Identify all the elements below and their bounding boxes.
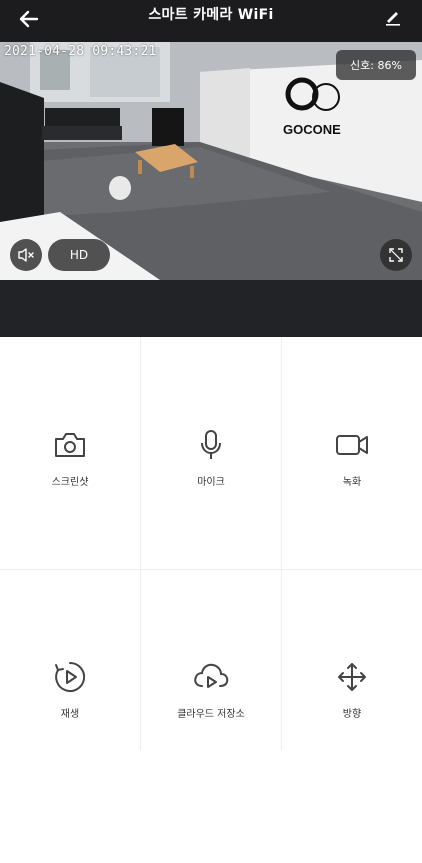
signal-strength-badge: 신호: 86% (336, 50, 416, 80)
playback-button[interactable]: 재생 (0, 657, 140, 863)
microphone-label: 마이크 (197, 477, 225, 488)
screenshot-button[interactable]: 스크린샷 (0, 425, 140, 631)
microphone-button[interactable]: 마이크 (141, 425, 281, 631)
app-header: 스마트 카메라 WiFi (0, 0, 422, 42)
video-camera-icon (336, 435, 368, 455)
video-timestamp: 2021-04-28 09:43:21 (4, 44, 157, 59)
page-title: 스마트 카메라 WiFi (148, 7, 274, 23)
record-button[interactable]: 녹화 (282, 425, 422, 631)
edit-button[interactable] (380, 4, 406, 30)
direction-label: 방향 (342, 709, 362, 720)
cloud-play-icon (194, 663, 229, 688)
microphone-icon (201, 430, 221, 459)
quality-hd-button[interactable]: HD (48, 239, 110, 271)
cloud-storage-button[interactable]: 클라우드 저장소 (141, 657, 281, 863)
speaker-muted-icon (18, 248, 34, 262)
camera-video-feed[interactable]: GOCONE 2021-04-28 09:43:21 신호: 86% HD (0, 42, 422, 280)
cloud-storage-label: 클라우드 저장소 (177, 709, 245, 720)
direction-button[interactable]: 방향 (282, 657, 422, 863)
camera-icon (55, 433, 85, 457)
screenshot-label: 스크린샷 (51, 477, 89, 488)
playback-label: 재생 (60, 709, 80, 720)
fullscreen-icon (389, 248, 403, 262)
fullscreen-button[interactable] (380, 239, 412, 271)
control-grid: 스크린샷 마이크 녹화 재생 클라우드 저장소 방향 (0, 337, 422, 750)
move-arrows-icon (338, 663, 366, 691)
record-label: 녹화 (342, 477, 362, 488)
pencil-icon (386, 12, 400, 26)
playback-icon (55, 661, 86, 692)
video-bottom-strip (0, 280, 422, 337)
mute-button[interactable] (10, 239, 42, 271)
logo-text: GOCONE (283, 122, 341, 137)
